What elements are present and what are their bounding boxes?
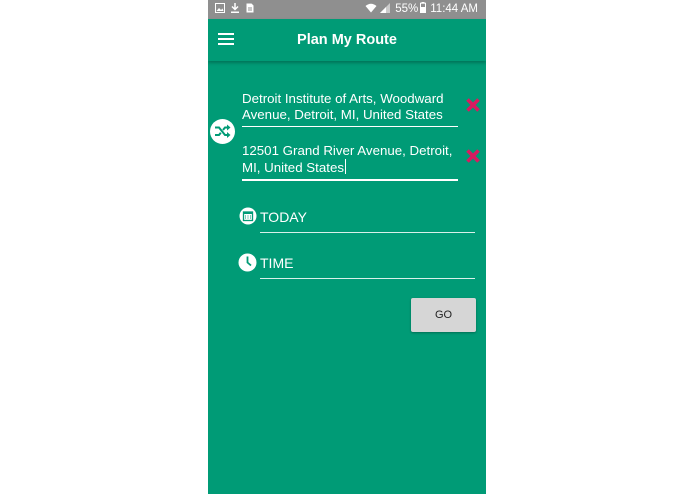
battery-percent: 55% — [395, 3, 419, 15]
clear-origin-close-icon[interactable] — [465, 97, 481, 113]
status-time: 11:44 AM — [430, 3, 478, 15]
date-field[interactable]: TODAY — [260, 209, 475, 233]
file-icon — [245, 3, 255, 13]
hamburger-menu-icon[interactable] — [218, 33, 234, 46]
destination-text: 12501 Grand River Avenue, Detroit, MI, U… — [242, 143, 453, 175]
calendar-icon — [239, 207, 257, 225]
time-field[interactable]: TIME — [260, 255, 475, 279]
destination-input[interactable]: 12501 Grand River Avenue, Detroit, MI, U… — [242, 143, 458, 181]
battery-icon — [420, 2, 427, 16]
clock-icon — [238, 253, 257, 272]
download-icon — [230, 3, 240, 13]
status-bar-system: 55% 11:44 AM — [365, 2, 478, 16]
wifi-icon — [365, 3, 377, 16]
status-bar-notifications — [215, 3, 260, 13]
gallery-icon — [215, 3, 225, 13]
phone-screen: 55% 11:44 AM Plan My Route Detroit Insti… — [208, 0, 486, 494]
status-bar: 55% 11:44 AM — [208, 0, 486, 19]
text-cursor — [345, 159, 346, 174]
go-button[interactable]: GO — [411, 298, 476, 332]
origin-input[interactable]: Detroit Institute of Arts, Woodward Aven… — [242, 91, 458, 127]
page-title: Plan My Route — [297, 32, 397, 48]
signal-icon — [380, 2, 391, 16]
app-bar: Plan My Route — [208, 19, 486, 61]
clear-destination-close-icon[interactable] — [465, 148, 481, 164]
swap-icon[interactable] — [210, 119, 235, 144]
